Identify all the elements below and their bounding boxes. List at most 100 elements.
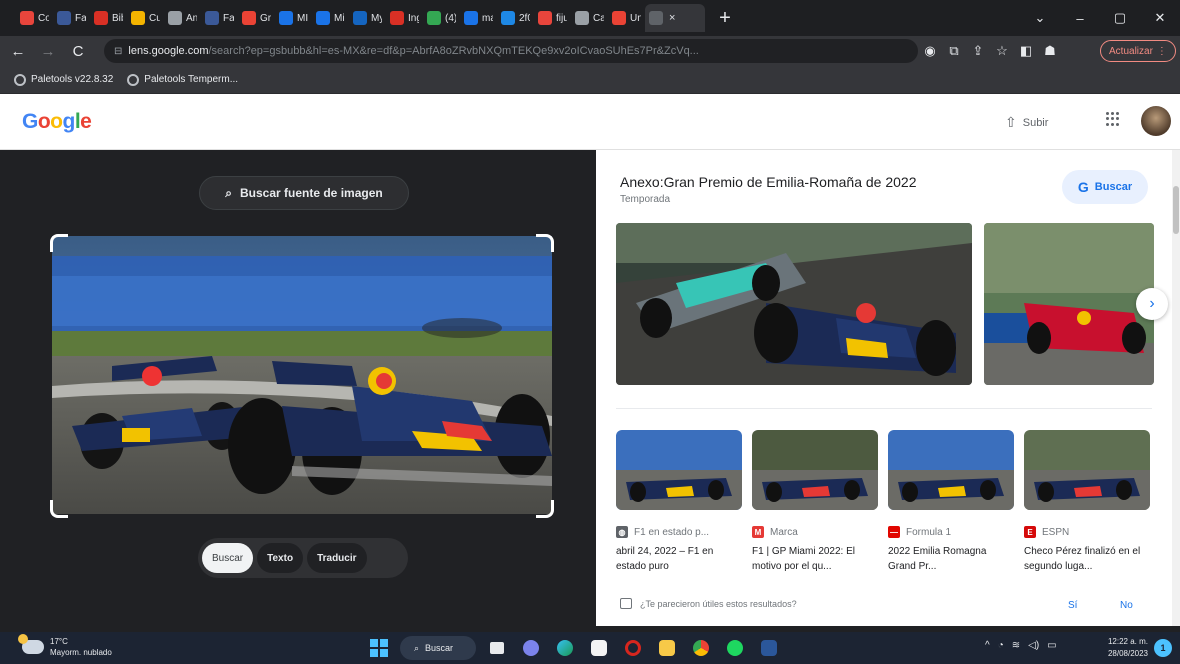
upload-button[interactable]: ⇧ Subir [1005, 114, 1048, 131]
task-view-icon[interactable] [484, 635, 510, 661]
image-search-icon: ⌕ [225, 185, 232, 200]
browser-tab[interactable]: Gro [238, 4, 275, 32]
crop-handle-bottom-right[interactable] [536, 500, 554, 518]
chrome-icon[interactable] [688, 635, 714, 661]
spotify-icon[interactable] [722, 635, 748, 661]
scrollbar[interactable] [1172, 150, 1180, 626]
feedback-yes-button[interactable]: Sí [1068, 600, 1077, 611]
word-icon[interactable] [756, 635, 782, 661]
file-explorer-icon[interactable] [654, 635, 680, 661]
install-icon[interactable]: ⧉ [946, 43, 962, 59]
maximize-button[interactable]: ▢ [1100, 10, 1140, 26]
browser-tab[interactable]: My [349, 4, 386, 32]
minimize-button[interactable]: – [1060, 11, 1100, 26]
tab-close-icon[interactable]: × [669, 12, 675, 24]
visual-match-thumbnail[interactable] [616, 430, 742, 510]
tray-app-icon[interactable]: ◔ [998, 640, 1004, 651]
result-title[interactable]: abril 24, 2022 – F1 en estado puro [616, 544, 742, 574]
feedback-no-button[interactable]: No [1120, 600, 1133, 611]
side-panel-icon[interactable]: ◧ [1018, 43, 1034, 59]
bookmark-item[interactable]: Paletools v22.8.32 [14, 73, 113, 86]
tab-favicon [501, 11, 515, 25]
browser-tab[interactable]: Car [571, 4, 608, 32]
crop-handle-top-right[interactable] [536, 234, 554, 252]
browser-tab[interactable]: 2f0 [497, 4, 534, 32]
tab-search-icon[interactable]: ⌄ [1020, 10, 1060, 26]
clock[interactable]: 12:22 a. m. 28/08/2023 [1096, 636, 1148, 660]
taskbar-search[interactable]: ⌕ Buscar [400, 636, 476, 660]
visual-match-thumbnail[interactable] [888, 430, 1014, 510]
apps-grid-icon[interactable] [1106, 112, 1120, 126]
visual-match-thumbnail[interactable] [1024, 430, 1150, 510]
tune-icon[interactable]: ⊟ [114, 46, 122, 57]
forward-icon[interactable]: → [36, 43, 60, 60]
lens-icon[interactable]: ◉ [922, 43, 938, 59]
browser-tab[interactable]: Bibl [90, 4, 127, 32]
reload-icon[interactable]: C [66, 43, 90, 60]
bookmark-star-icon[interactable]: ☆ [994, 43, 1010, 59]
tray-chevron-icon[interactable]: ^ [985, 640, 990, 651]
query-image[interactable] [52, 236, 552, 514]
visual-match-card[interactable]: M Marca F1 | GP Miami 2022: El motivo por … [752, 430, 878, 574]
opera-icon[interactable] [620, 635, 646, 661]
browser-tab[interactable]: Ani [164, 4, 201, 32]
mode-translate-button[interactable]: Traducir [307, 543, 367, 573]
chat-icon[interactable] [518, 635, 544, 661]
hero-image-2[interactable] [984, 223, 1154, 385]
visual-match-card[interactable]: — Formula 1 2022 Emilia Romagna Grand Pr..… [888, 430, 1014, 574]
browser-tab[interactable]: ma [460, 4, 497, 32]
new-tab-button[interactable]: + [711, 7, 739, 30]
browser-tab[interactable]: Cor [16, 4, 53, 32]
battery-icon[interactable]: ▭ [1047, 640, 1056, 651]
volume-icon[interactable]: ◁) [1028, 640, 1039, 651]
notification-badge[interactable]: 1 [1154, 639, 1172, 657]
crop-handle-top-left[interactable] [50, 234, 68, 252]
knowledge-title[interactable]: Anexo:Gran Premio de Emilia-Romaña de 20… [620, 174, 917, 190]
url-host: lens.google.com [128, 45, 209, 57]
scrollbar-thumb[interactable] [1173, 186, 1179, 234]
browser-tab[interactable]: Fac [53, 4, 90, 32]
browser-tab[interactable]: (4) [423, 4, 460, 32]
mode-search-button[interactable]: Buscar [202, 543, 254, 573]
weather-widget[interactable]: 17°C Mayorm. nublado [18, 634, 112, 658]
browser-tab[interactable]: Un [608, 4, 645, 32]
hero-image-1[interactable] [616, 223, 972, 385]
bookmark-item[interactable]: Paletools Temperm... [127, 73, 238, 86]
browser-tab[interactable]: Ing [386, 4, 423, 32]
browser-tab[interactable]: MII [275, 4, 312, 32]
start-button[interactable] [366, 635, 392, 661]
browser-tab[interactable]: Cur [127, 4, 164, 32]
browser-tab[interactable]: Mi [312, 4, 349, 32]
edge-icon[interactable] [552, 635, 578, 661]
google-search-button[interactable]: G Buscar [1062, 170, 1148, 204]
source-favicon-icon: — [888, 526, 900, 538]
avatar[interactable] [1141, 106, 1171, 136]
store-icon[interactable] [586, 635, 612, 661]
result-source-name: F1 en estado p... [634, 526, 710, 538]
tab-label: Fac [223, 12, 234, 24]
tab-label: (4) [445, 12, 456, 24]
visual-match-card[interactable]: E ESPN Checo Pérez finalizó en el segundo … [1024, 430, 1150, 574]
crop-handle-bottom-left[interactable] [50, 500, 68, 518]
share-icon[interactable]: ⇪ [970, 43, 986, 59]
visual-match-thumbnail[interactable] [752, 430, 878, 510]
result-title[interactable]: 2022 Emilia Romagna Grand Pr... [888, 544, 1014, 574]
browser-tab[interactable]: fiju [534, 4, 571, 32]
browser-tab[interactable]: Fac [201, 4, 238, 32]
result-title[interactable]: Checo Pérez finalizó en el segundo luga.… [1024, 544, 1150, 574]
wifi-icon[interactable]: ≋ [1012, 640, 1020, 651]
result-title[interactable]: F1 | GP Miami 2022: El motivo por el qu.… [752, 544, 878, 574]
upload-label: Subir [1022, 116, 1049, 129]
back-icon[interactable]: ← [6, 43, 30, 60]
google-logo[interactable]: Google [22, 110, 92, 134]
carousel-next-icon[interactable]: › [1136, 288, 1168, 320]
profile-icon[interactable]: ☗ [1042, 43, 1058, 59]
tab-active[interactable]: × [645, 4, 705, 32]
address-bar[interactable]: ⊟ lens.google.com /search?ep=gsbubb&hl=e… [104, 39, 918, 63]
mode-text-button[interactable]: Texto [257, 543, 304, 573]
update-button[interactable]: Actualizar ⋮ [1100, 40, 1176, 62]
visual-match-card[interactable]: ◍ F1 en estado p... abril 24, 2022 – F1 en… [616, 430, 742, 574]
find-image-source-button[interactable]: ⌕ Buscar fuente de imagen [199, 176, 409, 210]
feedback-icon [620, 598, 632, 609]
close-button[interactable]: ✕ [1140, 10, 1180, 26]
